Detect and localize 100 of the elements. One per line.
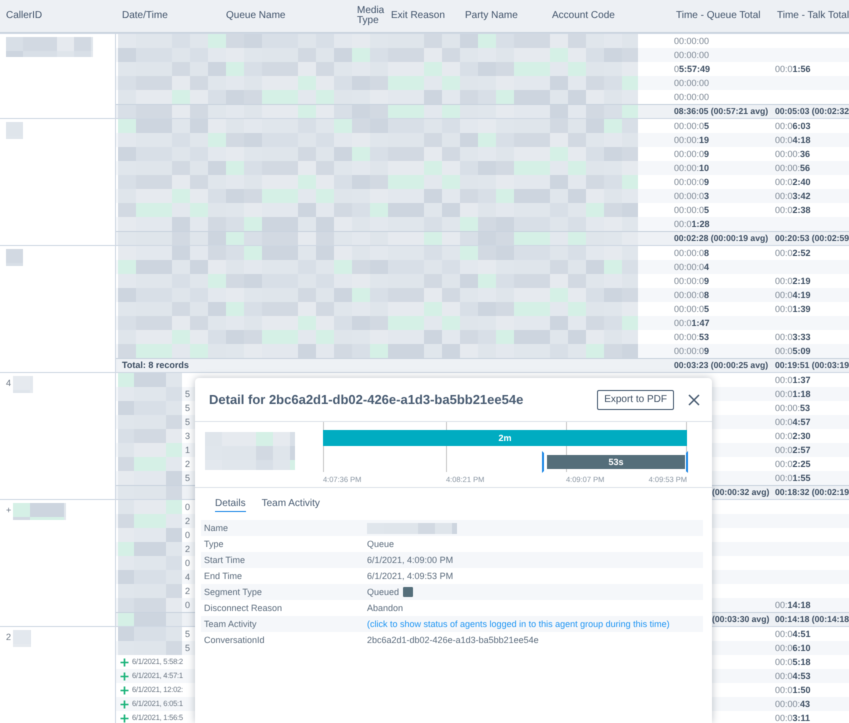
talk-total-cell-text: 00:02:40 xyxy=(774,176,812,189)
field-label: Start Time xyxy=(203,555,246,565)
date-cell-text: 2 xyxy=(185,543,190,556)
close-icon[interactable] xyxy=(688,394,700,406)
column-header[interactable]: Time - Queue Total xyxy=(670,0,771,32)
queue-total-cell-text: 00:02:28 (00:00:19 avg) xyxy=(673,232,770,245)
dialog-title: Detail for 2bc6a2d1-db02-426e-a1d3-ba5bb21ee54e xyxy=(209,392,524,407)
expand-icon[interactable] xyxy=(120,658,129,666)
queue-total-cell-text: 00:00:00 xyxy=(673,49,710,62)
talk-total-cell-text: 00:04:57 xyxy=(774,416,812,429)
talk-total-cell-text: 00:05:09 xyxy=(774,345,812,358)
queue-total-cell-text: (00:00:32 avg) xyxy=(711,486,770,499)
queue-total-cell-text: 00:00:08 xyxy=(673,247,710,260)
date-cell-text: 5 xyxy=(185,628,190,641)
queue-total-cell-text: 08:36:05 (00:57:21 avg) xyxy=(673,105,770,118)
queue-total-cell-text: 00:00:10 xyxy=(673,162,710,175)
pixelated-area xyxy=(118,514,182,528)
field-value: Queued xyxy=(367,587,400,597)
column-header[interactable]: Exit Reason xyxy=(385,0,459,32)
pixelated-area xyxy=(13,503,66,520)
pixelated-area xyxy=(118,387,182,401)
pixelated-area xyxy=(118,443,182,457)
talk-total-cell-text: 00:02:57 xyxy=(774,444,812,457)
column-header[interactable]: Party Name xyxy=(459,0,546,32)
queue-total-cell-text: 00:01:28 xyxy=(673,218,711,231)
talk-total-cell-text: 00:02:38 xyxy=(774,204,812,217)
talk-total-cell-text: 00:01:56 xyxy=(774,63,812,76)
talk-total-cell-text: 00:03:33 xyxy=(774,331,812,344)
pixelated-area xyxy=(118,500,182,514)
date-cell-text: 1 xyxy=(185,444,190,457)
talk-total-cell-text: 00:05:18 xyxy=(774,656,812,669)
field-label: Type xyxy=(203,539,225,549)
queue-total-cell-text: 00:00:05 xyxy=(673,204,710,217)
column-header[interactable]: Media Type xyxy=(355,0,385,32)
date-cell-text: 4 xyxy=(185,571,190,584)
tab[interactable]: Team Activity xyxy=(262,498,320,512)
queue-total-cell-text: 00:03:23 (00:00:25 avg) xyxy=(673,359,770,372)
talk-total-cell-text: 00:02:30 xyxy=(774,430,812,443)
pixelated-area xyxy=(118,401,182,415)
pixelated-area xyxy=(118,641,182,655)
queue-total-cell-text: 05:57:49 xyxy=(673,63,712,76)
queue-total-cell-text: (00:03:30 avg) xyxy=(711,613,770,626)
expand-icon[interactable] xyxy=(120,700,129,708)
talk-total-cell-text: 00:14:18 (00:14:18 xyxy=(774,613,849,626)
talk-total-cell-text: 00:18:32 (00:02:19 xyxy=(774,486,849,499)
pixelated-area xyxy=(13,630,32,647)
queue-total-cell-text: 00:00:09 xyxy=(673,176,710,189)
column-header[interactable]: Account Code xyxy=(546,0,670,32)
date-cell-text: 5 xyxy=(185,642,190,655)
talk-total-cell-text: 00:00:43 xyxy=(774,698,812,711)
caller-id: 2 xyxy=(6,631,12,644)
talk-total-cell-text: 00:03:42 xyxy=(774,190,812,203)
queue-total-cell-text: 00:00:03 xyxy=(673,190,710,203)
talk-total-cell-text: 00:00:36 xyxy=(774,148,812,161)
field-value: 2bc6a2d1-db02-426e-a1d3-ba5bb21ee54e xyxy=(367,635,539,645)
queue-total-cell-text: 00:00:00 xyxy=(673,91,710,104)
queue-total-cell-text: 00:01:47 xyxy=(673,317,711,330)
talk-total-cell-text: 00:04:19 xyxy=(774,289,812,302)
date-cell-text: 0 xyxy=(185,599,190,612)
queue-total-cell-text: 00:00:05 xyxy=(673,303,710,316)
queue-total-cell-text: 00:00:04 xyxy=(673,261,710,274)
expand-icon[interactable] xyxy=(120,714,129,722)
column-header[interactable]: Date/Time xyxy=(116,0,220,32)
column-header[interactable]: Queue Name xyxy=(220,0,355,32)
queue-total-cell-text: 00:00:09 xyxy=(673,275,710,288)
talk-total-cell-text: 00:01:37 xyxy=(774,374,812,387)
column-header[interactable]: CallerID xyxy=(0,0,116,32)
field-label: Segment Type xyxy=(203,587,263,597)
pixelated-area xyxy=(6,249,23,266)
talk-total-cell-text: 00:00:53 xyxy=(774,402,812,415)
date-cell-text: 3 xyxy=(185,430,190,443)
talk-total-cell-text: 00:06:10 xyxy=(774,642,812,655)
column-header[interactable]: Time - Talk Total xyxy=(771,0,849,32)
talk-total-cell-text: 00:02:19 xyxy=(774,275,812,288)
date-cell-text: 0 xyxy=(185,557,190,570)
export-button[interactable]: Export to PDF xyxy=(597,390,674,410)
field-label: Name xyxy=(203,523,230,533)
expand-icon[interactable] xyxy=(120,672,129,680)
talk-total-cell-text: 00:19:51 (00:03:19 xyxy=(774,359,849,372)
talk-total-cell-text: 00:01:55 xyxy=(774,472,812,485)
queue-total-cell-text: 00:00:08 xyxy=(673,289,710,302)
date-cell-text: 2 xyxy=(185,515,190,528)
tab[interactable]: Details xyxy=(215,498,246,512)
total-label: Total: 8 records xyxy=(121,359,189,372)
talk-total-cell-text: 00:04:51 xyxy=(774,628,812,641)
talk-total-cell-text: 00:02:25 xyxy=(774,458,812,471)
expand-icon[interactable] xyxy=(120,686,129,694)
queue-total-cell-text: 00:00:09 xyxy=(673,345,710,358)
pixelated-area xyxy=(118,415,182,429)
talk-total-cell-text: 00:01:18 xyxy=(774,388,812,401)
date-cell-text: 5 xyxy=(185,472,190,485)
talk-total-cell-text: 00:01:50 xyxy=(774,684,812,697)
field-label: Team Activity xyxy=(203,619,258,629)
field-label: Disconnect Reason xyxy=(203,603,284,613)
talk-total-cell-text: 00:14:18 xyxy=(774,599,812,612)
field-value: 6/1/2021, 4:09:00 PM xyxy=(367,555,454,565)
field-value: Abandon xyxy=(367,603,404,613)
pixelated-area xyxy=(118,457,182,471)
timeline-bar[interactable]: 53s xyxy=(547,455,685,469)
date-cell-text: 0 xyxy=(185,529,190,542)
